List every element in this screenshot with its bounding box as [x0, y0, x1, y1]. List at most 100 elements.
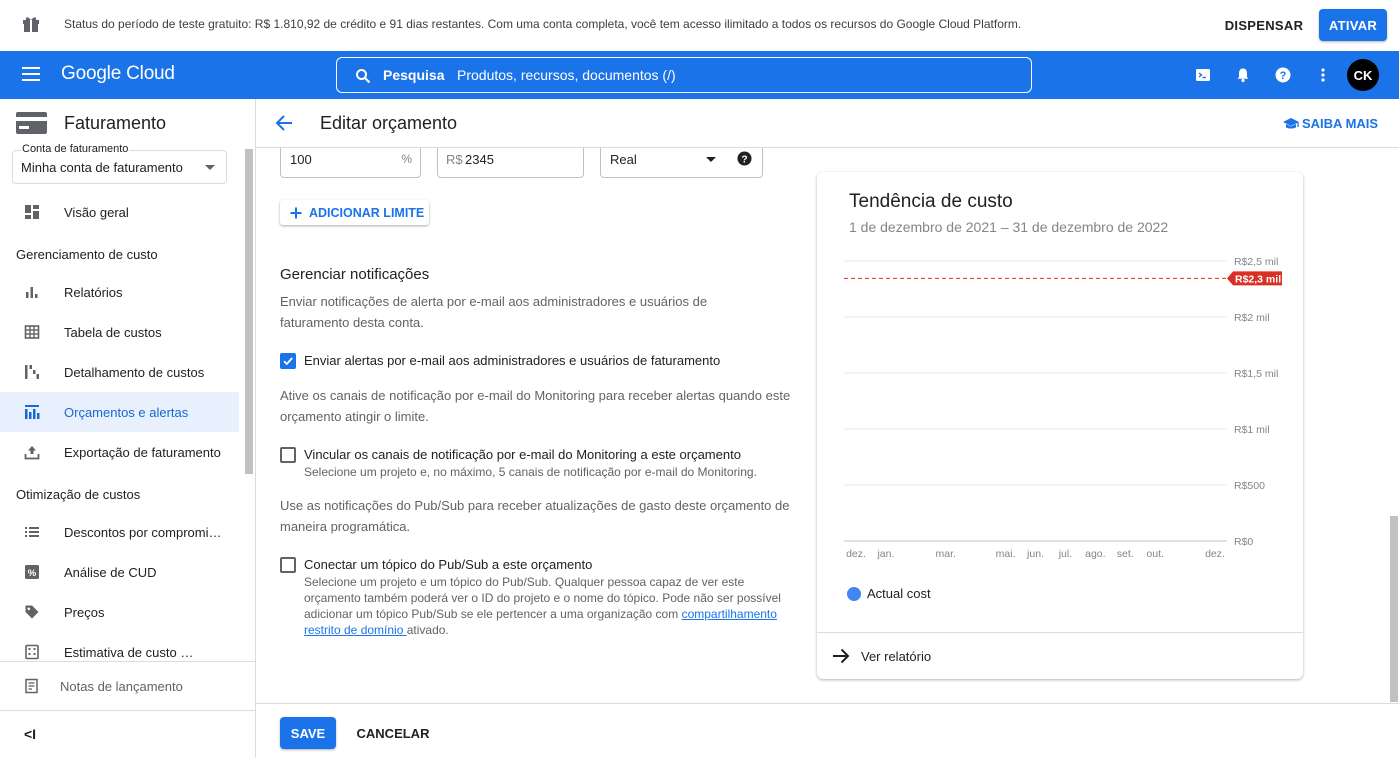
sidebar-item-overview[interactable]: Visão geral — [0, 192, 239, 232]
percent-suffix: % — [401, 152, 412, 166]
gift-icon — [23, 17, 39, 32]
sidebar-item-label: Detalhamento de custos — [64, 364, 205, 380]
tag-icon — [25, 605, 39, 619]
y-tick-label: R$1,5 mil — [1234, 368, 1278, 380]
sidebar-item-label: Descontos por compromi… — [64, 524, 222, 540]
pubsub-intro: Use as notificações do Pub/Sub para rece… — [280, 498, 790, 534]
sidebar-header: Faturamento — [0, 99, 255, 147]
save-button[interactable]: SAVE — [280, 717, 336, 749]
email-admins-checkbox[interactable] — [280, 353, 296, 369]
x-tick-label: set. — [1117, 548, 1134, 560]
section-header-cost-management: Gerenciamento de custo — [16, 247, 158, 262]
legend-label: Actual cost — [867, 586, 931, 601]
more-vert-icon[interactable] — [1313, 65, 1333, 85]
sidebar-item-label: Tabela de custos — [64, 324, 162, 340]
x-tick-label: jan. — [876, 548, 894, 560]
sidebar-item-label: Exportação de faturamento — [64, 444, 221, 460]
chart-legend: Actual cost — [847, 586, 931, 601]
help-icon[interactable]: ? — [737, 151, 752, 166]
release-notes-label: Notas de lançamento — [60, 679, 183, 694]
cost-trend-card: Tendência de custo 1 de dezembro de 2021… — [817, 172, 1303, 679]
sidebar-item-cud-analysis[interactable]: % Análise de CUD — [0, 552, 239, 592]
back-arrow-icon[interactable] — [274, 113, 294, 133]
list-icon — [25, 527, 39, 537]
calculator-icon — [25, 644, 39, 660]
svg-text:%: % — [28, 568, 37, 579]
view-report-link[interactable]: Ver relatório — [817, 632, 1303, 679]
y-tick-label: R$1 mil — [1234, 424, 1270, 436]
trial-message: Status do período de teste gratuito: R$ … — [64, 17, 1022, 31]
dashboard-icon — [25, 205, 39, 219]
page-title: Editar orçamento — [320, 113, 458, 133]
svg-text:?: ? — [1280, 70, 1287, 82]
page-header: Editar orçamento SAIBA MAIS — [256, 99, 1399, 148]
billing-account-select[interactable]: Conta de faturamento Minha conta de fatu… — [12, 143, 227, 184]
billing-account-value: Minha conta de faturamento — [21, 160, 183, 175]
sidebar: Faturamento Conta de faturamento Minha c… — [0, 99, 256, 758]
sidebar-item-label: Estimativa de custo … — [64, 644, 194, 660]
svg-text:?: ? — [741, 154, 747, 165]
collapse-icon: <I — [24, 726, 37, 742]
add-limit-button[interactable]: ADICIONAR LIMITE — [280, 200, 429, 225]
release-notes-link[interactable]: Notas de lançamento — [0, 661, 255, 710]
billing-card-icon — [16, 112, 47, 134]
learn-more-label: SAIBA MAIS — [1302, 116, 1379, 131]
cost-trend-title: Tendência de custo — [849, 191, 1013, 212]
check-icon — [283, 357, 293, 366]
sidebar-item-reports[interactable]: Relatórios — [0, 272, 239, 312]
content-scrollbar[interactable] — [1390, 516, 1398, 702]
sidebar-item-cost-breakdown[interactable]: Detalhamento de custos — [0, 352, 239, 392]
school-icon — [1283, 117, 1299, 128]
monitoring-channels-checkbox[interactable] — [280, 447, 296, 463]
budget-icon — [25, 405, 40, 419]
x-tick-label: mar. — [936, 548, 956, 560]
sidebar-item-budgets-alerts[interactable]: Orçamentos e alertas — [0, 392, 239, 432]
sidebar-item-billing-export[interactable]: Exportação de faturamento — [0, 432, 239, 472]
pubsub-topic-checkbox[interactable] — [280, 557, 296, 573]
sidebar-item-committed-use-discounts[interactable]: Descontos por compromi… — [0, 512, 239, 552]
notifications-icon[interactable] — [1233, 65, 1253, 85]
sidebar-item-pricing[interactable]: Preços — [0, 592, 239, 632]
x-tick-label: mai. — [996, 548, 1016, 560]
amount-prefix: R$ — [446, 152, 463, 167]
top-bar: Google Cloud Pesquisa Produtos, recursos… — [0, 51, 1399, 99]
pubsub-topic-label: Conectar um tópico do Pub/Sub a este orç… — [304, 557, 593, 572]
y-tick-label: R$2 mil — [1234, 312, 1270, 324]
y-tick-label: R$2,5 mil — [1234, 256, 1278, 268]
percent-value: 100 — [290, 152, 312, 167]
main-content: 100 % R$ 2345 Real ? ADICIONAR LIMITE Ge… — [256, 148, 1399, 703]
bar-chart-icon — [26, 287, 38, 298]
trigger-select[interactable]: Real ? — [600, 148, 763, 178]
billing-account-label: Conta de faturamento — [21, 143, 130, 155]
monitoring-channels-description: Selecione um projeto e, no máximo, 5 can… — [304, 465, 757, 479]
search-bar[interactable]: Pesquisa Produtos, recursos, documentos … — [336, 57, 1032, 93]
help-icon[interactable]: ? — [1273, 65, 1293, 85]
sidebar-item-label: Orçamentos e alertas — [64, 404, 189, 420]
cloud-shell-icon[interactable] — [1193, 65, 1213, 85]
cancel-button[interactable]: CANCELAR — [344, 717, 442, 749]
table-icon — [24, 325, 40, 339]
chevron-down-icon — [205, 165, 215, 170]
google-cloud-logo[interactable]: Google Cloud — [61, 63, 175, 85]
percent-icon: % — [25, 565, 39, 579]
sidebar-item-cost-table[interactable]: Tabela de custos — [0, 312, 239, 352]
avatar[interactable]: CK — [1347, 59, 1379, 91]
search-placeholder: Produtos, recursos, documentos (/) — [457, 67, 676, 83]
plus-icon — [290, 207, 302, 218]
main-menu-icon[interactable] — [22, 67, 40, 81]
cost-trend-chart: R$0 R$500 R$1 mil R$1,5 mil R$2 mil R$2,5 mil… — [844, 256, 1282, 560]
collapse-sidebar-button[interactable]: <I — [0, 710, 255, 758]
percent-field[interactable]: 100 % — [280, 148, 421, 178]
sidebar-scrollbar[interactable] — [245, 149, 253, 474]
learn-more-link[interactable]: SAIBA MAIS — [1282, 116, 1378, 131]
view-report-label: Ver relatório — [861, 649, 932, 664]
amount-field[interactable]: R$ 2345 — [437, 148, 584, 178]
dismiss-button[interactable]: DISPENSAR — [1212, 9, 1316, 41]
email-admins-label: Enviar alertas por e-mail aos administra… — [304, 353, 721, 368]
section-header-cost-optimization: Otimização de custos — [16, 487, 141, 502]
monitoring-channels-label: Vincular os canais de notificação por e-… — [304, 447, 741, 462]
activate-button[interactable]: ATIVAR — [1319, 9, 1387, 41]
notifications-heading: Gerenciar notificações — [280, 266, 430, 283]
sidebar-title: Faturamento — [64, 113, 167, 133]
x-tick-label: jun. — [1026, 548, 1044, 560]
